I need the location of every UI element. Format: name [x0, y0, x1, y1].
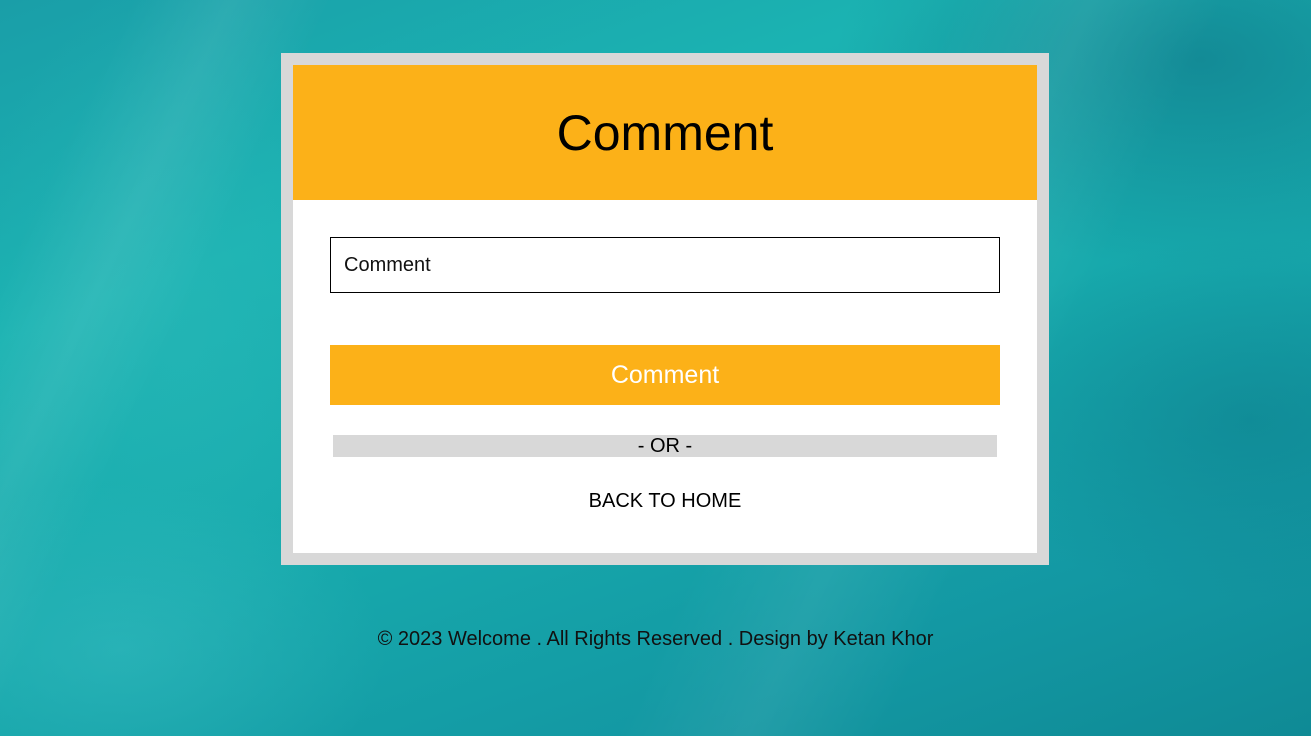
footer-copyright: © 2023 Welcome . All Rights Reserved . D…	[377, 628, 934, 650]
card-header: Comment	[293, 65, 1037, 200]
page-title: Comment	[556, 104, 774, 161]
comment-submit-button[interactable]: Comment	[330, 345, 1000, 405]
comment-card: Comment Comment - OR - BACK TO HOME	[281, 53, 1049, 565]
comment-card-body: Comment Comment - OR - BACK TO HOME	[293, 65, 1037, 553]
comment-input[interactable]	[330, 237, 1000, 293]
back-to-home-link[interactable]: BACK TO HOME	[589, 490, 742, 512]
back-to-home-container: BACK TO HOME	[293, 489, 1037, 513]
or-divider: - OR -	[333, 435, 997, 457]
